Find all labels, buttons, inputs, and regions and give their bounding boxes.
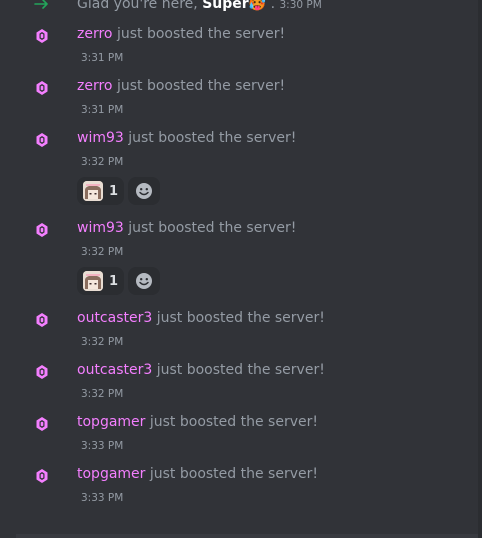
booster-username[interactable]: zerro: [77, 78, 113, 94]
custom-avatar-emoji-icon: [83, 181, 103, 201]
reaction-chip[interactable]: 1: [77, 267, 125, 295]
boost-message: wim93 just boosted the server! 3:32 PM 1: [0, 220, 478, 300]
add-reaction-button[interactable]: [128, 177, 161, 205]
server-boost-gem-icon: [36, 365, 48, 379]
boost-message: topgamer just boosted the server! 3:33 P…: [0, 466, 478, 506]
boost-message-text: wim93 just boosted the server!: [77, 130, 296, 146]
booster-username[interactable]: topgamer: [77, 466, 145, 482]
scrollbar-track[interactable]: [478, 0, 482, 538]
boost-text: just boosted the server!: [156, 362, 325, 378]
boost-message-text: outcaster3 just boosted the server!: [77, 362, 325, 378]
server-boost-gem-icon: [36, 29, 48, 43]
join-emoji: 🥵: [248, 0, 267, 12]
message-timestamp[interactable]: 3:32 PM: [81, 388, 123, 400]
message-input-edge: [16, 534, 482, 538]
boost-message-text: zerro just boosted the server!: [77, 26, 285, 42]
message-timestamp[interactable]: 3:32 PM: [81, 336, 123, 348]
reaction-chip[interactable]: 1: [77, 177, 125, 205]
boost-message: outcaster3 just boosted the server! 3:32…: [0, 310, 478, 350]
join-message: Glad you're here, Super🥵 . 3:30 PM: [0, 0, 478, 14]
message-timestamp[interactable]: 3:32 PM: [81, 156, 123, 168]
booster-username[interactable]: zerro: [77, 26, 113, 42]
server-boost-gem-icon: [36, 469, 48, 483]
boost-message-text: wim93 just boosted the server!: [77, 220, 296, 236]
message-timestamp[interactable]: 3:33 PM: [81, 492, 123, 504]
arrow-right-icon: [34, 0, 48, 9]
boost-message: zerro just boosted the server! 3:31 PM: [0, 78, 478, 118]
server-boost-gem-icon: [36, 81, 48, 95]
join-separator: .: [270, 0, 276, 12]
reactions-row: 1: [77, 267, 161, 295]
booster-username[interactable]: topgamer: [77, 414, 145, 430]
chat-messages-panel: Glad you're here, Super🥵 . 3:30 PM zerro…: [0, 0, 482, 538]
server-boost-gem-icon: [36, 417, 48, 431]
boost-message-text: topgamer just boosted the server!: [77, 466, 318, 482]
reaction-count: 1: [109, 183, 119, 199]
boost-text: just boosted the server!: [156, 310, 325, 326]
boost-text: just boosted the server!: [128, 130, 297, 146]
join-prefix: Glad you're here,: [77, 0, 198, 12]
server-boost-gem-icon: [36, 313, 48, 327]
message-timestamp[interactable]: 3:31 PM: [81, 104, 123, 116]
smiley-add-reaction-icon: [136, 183, 153, 199]
boost-message: outcaster3 just boosted the server! 3:32…: [0, 362, 478, 402]
join-time[interactable]: 3:30 PM: [279, 0, 321, 11]
boost-message-text: zerro just boosted the server!: [77, 78, 285, 94]
boost-text: just boosted the server!: [128, 220, 297, 236]
boost-message-text: topgamer just boosted the server!: [77, 414, 318, 430]
booster-username[interactable]: wim93: [77, 130, 124, 146]
smiley-add-reaction-icon: [136, 273, 153, 289]
booster-username[interactable]: wim93: [77, 220, 124, 236]
booster-username[interactable]: outcaster3: [77, 362, 152, 378]
boost-message: topgamer just boosted the server! 3:33 P…: [0, 414, 478, 454]
boost-text: just boosted the server!: [116, 78, 286, 94]
boost-text: just boosted the server!: [116, 26, 286, 42]
reactions-row: 1: [77, 177, 161, 205]
add-reaction-button[interactable]: [128, 267, 161, 295]
boost-message-text: outcaster3 just boosted the server!: [77, 310, 325, 326]
server-boost-gem-icon: [36, 133, 48, 147]
server-boost-gem-icon: [36, 223, 48, 237]
reaction-count: 1: [109, 273, 119, 289]
message-timestamp[interactable]: 3:32 PM: [81, 246, 123, 258]
custom-avatar-emoji-icon: [83, 271, 103, 291]
boost-text: just boosted the server!: [149, 414, 318, 430]
join-username[interactable]: Super: [202, 0, 248, 12]
message-timestamp[interactable]: 3:33 PM: [81, 440, 123, 452]
join-message-text: Glad you're here, Super🥵 . 3:30 PM: [77, 0, 322, 13]
boost-message: zerro just boosted the server! 3:31 PM: [0, 26, 478, 66]
boost-message: wim93 just boosted the server! 3:32 PM 1: [0, 130, 478, 210]
message-timestamp[interactable]: 3:31 PM: [81, 52, 123, 64]
boost-text: just boosted the server!: [149, 466, 318, 482]
booster-username[interactable]: outcaster3: [77, 310, 152, 326]
